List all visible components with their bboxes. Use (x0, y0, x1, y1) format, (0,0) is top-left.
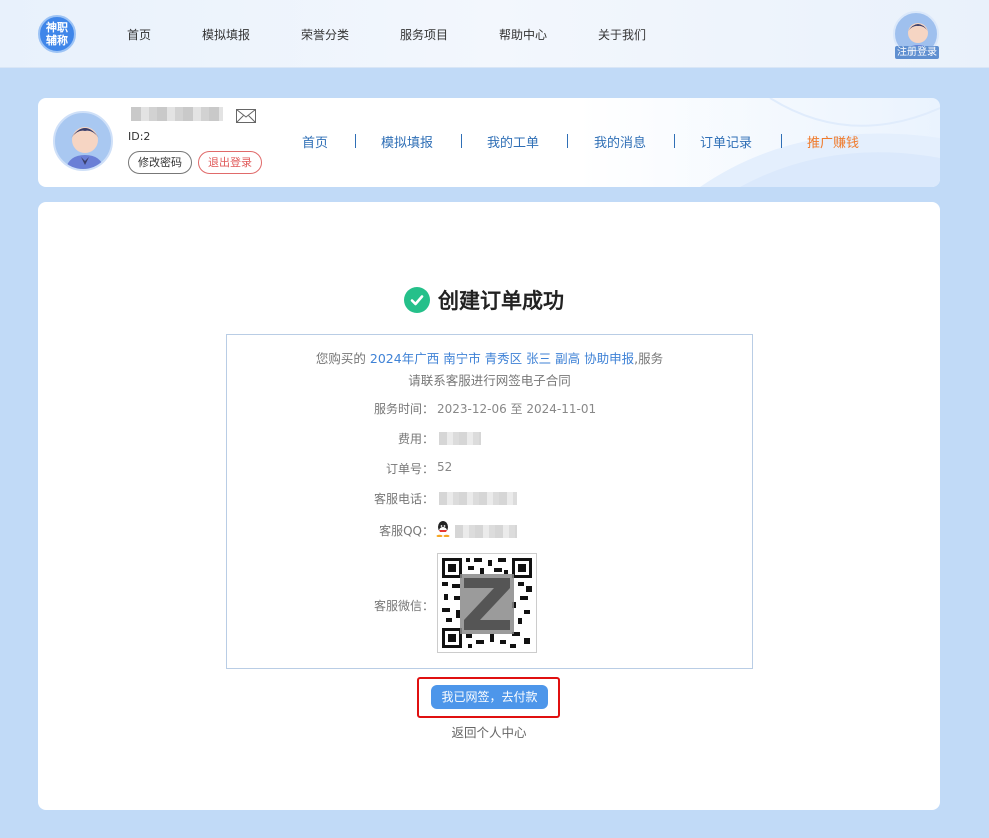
contact-note: 请联系客服进行网签电子合同 (408, 373, 571, 388)
topnav-about[interactable]: 关于我们 (598, 26, 646, 43)
topnav-simulate[interactable]: 模拟填报 (202, 26, 250, 43)
subnav-divider (461, 134, 462, 148)
success-heading: 创建订单成功 (404, 285, 564, 315)
page-title: 创建订单成功 (438, 289, 564, 313)
qr-code-icon (438, 554, 536, 652)
check-circle-icon (404, 287, 430, 313)
topnav-services[interactable]: 服务项目 (400, 26, 448, 43)
purchase-summary: 您购买的 2024年广西 南宁市 青秀区 张三 副高 协助申报,服务 (227, 348, 752, 367)
wechat-qr-code (437, 553, 537, 653)
order-result-card: 创建订单成功 您购买的 2024年广西 南宁市 青秀区 张三 副高 协助申报,服… (38, 202, 940, 810)
back-to-profile-link[interactable]: 返回个人中心 (38, 722, 940, 741)
subnav-my-tickets[interactable]: 我的工单 (487, 132, 539, 151)
phone-label: 客服电话： (373, 492, 434, 506)
service-name-link[interactable]: 2024年广西 南宁市 青秀区 张三 副高 协助申报 (370, 351, 634, 366)
order-number-value: 52 (437, 460, 453, 474)
profile-card: ID:2 修改密码 退出登录 首页 模拟填报 我的工单 我的消息 订单记录 推广… (38, 98, 940, 187)
intro-suffix: ,服务 (634, 351, 664, 366)
service-time-value: 2023-12-06 至 2024-11-01 (437, 402, 597, 416)
topnav-home[interactable]: 首页 (127, 26, 151, 43)
username-redacted (131, 107, 223, 121)
fee-redacted (439, 432, 481, 445)
subnav-divider (567, 134, 568, 148)
subnav-divider (355, 134, 356, 148)
topnav-help[interactable]: 帮助中心 (499, 26, 547, 43)
top-navbar: 神职 辅称 首页 模拟填报 荣誉分类 服务项目 帮助中心 关于我们 注册登录 (0, 0, 989, 68)
qq-label: 客服QQ： (379, 524, 434, 538)
logo-text-top: 神职 (46, 21, 68, 34)
register-login-label[interactable]: 注册登录 (895, 46, 939, 59)
order-info-box: 您购买的 2024年广西 南宁市 青秀区 张三 副高 协助申报,服务 请联系客服… (226, 334, 753, 669)
service-time-label: 服务时间： (373, 402, 434, 416)
change-password-button[interactable]: 修改密码 (128, 151, 192, 174)
wechat-label: 客服微信： (373, 599, 434, 613)
login-avatar[interactable]: 注册登录 (893, 11, 941, 61)
qq-penguin-icon (436, 521, 450, 537)
logout-button[interactable]: 退出登录 (198, 151, 262, 174)
subnav-promote-earn[interactable]: 推广赚钱 (807, 132, 859, 151)
fee-label: 费用： (397, 432, 434, 446)
site-logo[interactable]: 神职 辅称 (38, 15, 76, 53)
intro-prefix: 您购买的 (315, 351, 366, 366)
topnav-honor-category[interactable]: 荣誉分类 (301, 26, 349, 43)
subnav-order-records[interactable]: 订单记录 (700, 132, 752, 151)
mail-icon[interactable] (236, 109, 256, 123)
subnav-home[interactable]: 首页 (302, 132, 328, 151)
phone-redacted (439, 492, 517, 505)
logo-text-bottom: 辅称 (46, 34, 68, 47)
order-number-label: 订单号： (385, 462, 434, 476)
signed-go-pay-button[interactable]: 我已网签，去付款 (431, 685, 548, 709)
subnav-divider (674, 134, 675, 148)
user-avatar-icon (65, 127, 105, 169)
avatar (53, 111, 113, 171)
qq-redacted (455, 525, 517, 538)
subnav-divider (781, 134, 782, 148)
user-id: ID:2 (128, 130, 151, 143)
subnav-my-messages[interactable]: 我的消息 (594, 132, 646, 151)
subnav-simulate[interactable]: 模拟填报 (381, 132, 433, 151)
